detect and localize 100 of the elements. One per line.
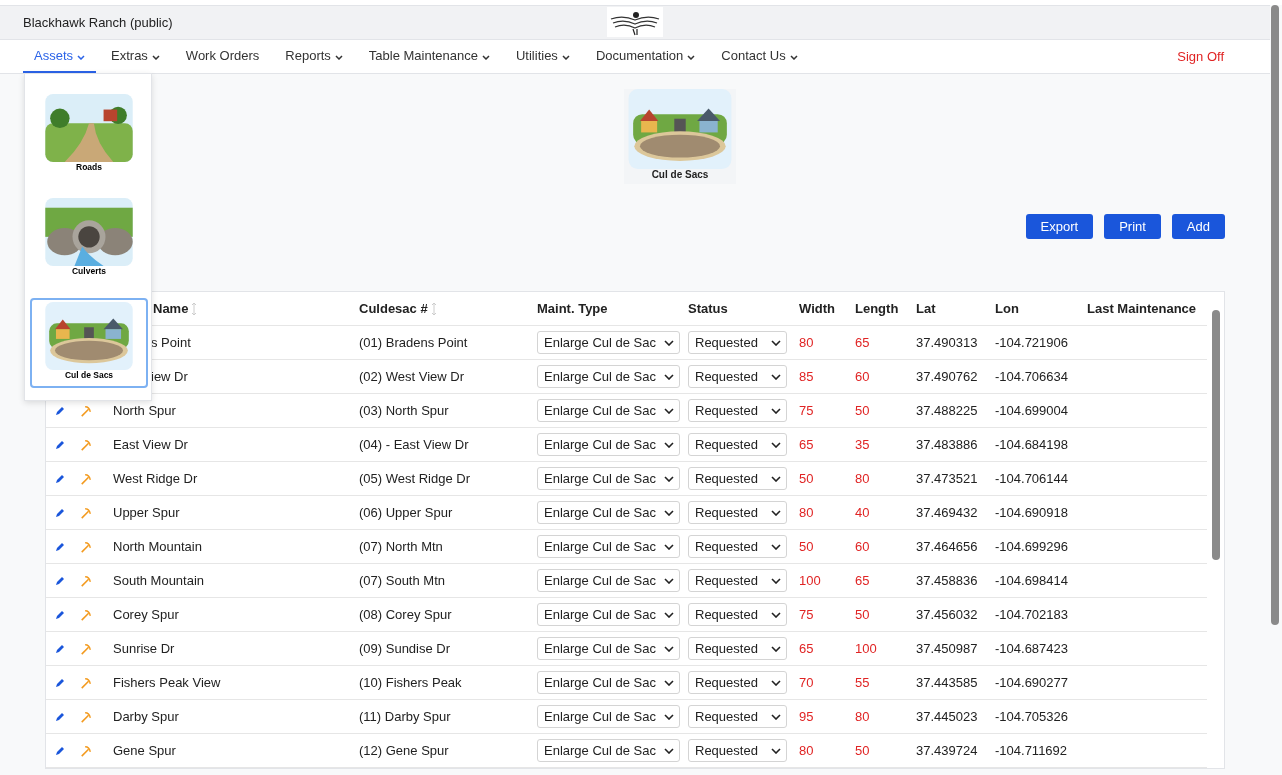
table-cell: 75 <box>799 607 814 622</box>
pencil-icon[interactable] <box>54 608 66 621</box>
pencil-icon[interactable] <box>54 710 66 723</box>
table-cell: s Point <box>151 335 191 350</box>
column-header[interactable]: Length <box>855 301 916 316</box>
column-header[interactable]: Width <box>799 301 855 316</box>
maint-type-select[interactable]: Enlarge Cul de Sac <box>537 739 680 762</box>
table-cell: 37.473521 <box>916 471 978 486</box>
status-select[interactable]: Requested <box>688 637 787 660</box>
pickaxe-icon[interactable] <box>80 506 92 519</box>
pencil-icon[interactable] <box>54 438 66 451</box>
status-select[interactable]: Requested <box>688 705 787 728</box>
nav-tab[interactable]: Extras <box>100 40 171 73</box>
maint-type-select[interactable]: Enlarge Cul de Sac <box>537 705 680 728</box>
table-cell: 65 <box>799 437 814 452</box>
pickaxe-icon[interactable] <box>80 404 92 417</box>
maint-type-select[interactable]: Enlarge Cul de Sac <box>537 501 680 524</box>
pencil-icon[interactable] <box>54 744 66 757</box>
column-header[interactable]: Lat <box>916 301 995 316</box>
chevron-icon <box>664 339 674 346</box>
nav-tab[interactable]: Documentation <box>584 40 707 73</box>
table-cell: 37.458836 <box>916 573 978 588</box>
pencil-icon[interactable] <box>54 506 66 519</box>
status-select[interactable]: Requested <box>688 399 787 422</box>
chevron-icon <box>771 339 781 346</box>
pencil-icon[interactable] <box>54 642 66 655</box>
pickaxe-icon[interactable] <box>80 744 92 757</box>
status-select[interactable]: Requested <box>688 365 787 388</box>
status-select[interactable]: Requested <box>688 331 787 354</box>
chevron-icon <box>664 441 674 448</box>
pencil-icon[interactable] <box>54 574 66 587</box>
column-header[interactable]: Status <box>688 301 799 316</box>
table-cell: 70 <box>799 675 814 690</box>
page-scrollbar[interactable] <box>1271 5 1279 625</box>
table-cell: 80 <box>799 743 814 758</box>
nav-tab[interactable]: Contact Us <box>710 40 809 73</box>
status-select[interactable]: Requested <box>688 569 787 592</box>
chevron-icon <box>664 679 674 686</box>
status-select[interactable]: Requested <box>688 535 787 558</box>
nav-tab[interactable]: Utilities <box>504 40 581 73</box>
nav-tab[interactable]: Reports <box>274 40 354 73</box>
table-cell: 80 <box>799 335 814 350</box>
table-cell: 50 <box>799 539 814 554</box>
pickaxe-icon[interactable] <box>80 642 92 655</box>
pencil-icon[interactable] <box>54 676 66 689</box>
table-cell: (03) North Spur <box>359 403 449 418</box>
status-select[interactable]: Requested <box>688 671 787 694</box>
pencil-icon[interactable] <box>54 540 66 553</box>
table-cell: -104.706144 <box>995 471 1068 486</box>
nav-tab[interactable]: Table Maintenance <box>357 40 501 73</box>
sign-off-link[interactable]: Sign Off <box>1177 49 1224 64</box>
table-cell: 50 <box>855 403 870 418</box>
status-select[interactable]: Requested <box>688 739 787 762</box>
pencil-icon[interactable] <box>54 404 66 417</box>
asset-menu-item[interactable]: Cul de Sacs <box>30 298 148 388</box>
maint-type-select[interactable]: Enlarge Cul de Sac <box>537 365 680 388</box>
pickaxe-icon[interactable] <box>80 438 92 451</box>
maint-type-select[interactable]: Enlarge Cul de Sac <box>537 433 680 456</box>
table-cell: -104.699296 <box>995 539 1068 554</box>
pickaxe-icon[interactable] <box>80 608 92 621</box>
status-select[interactable]: Requested <box>688 603 787 626</box>
maint-type-select[interactable]: Enlarge Cul de Sac <box>537 671 680 694</box>
table-cell: -104.684198 <box>995 437 1068 452</box>
maint-type-select[interactable]: Enlarge Cul de Sac <box>537 569 680 592</box>
pickaxe-icon[interactable] <box>80 472 92 485</box>
maint-type-select[interactable]: Enlarge Cul de Sac <box>537 603 680 626</box>
table-cell: -104.690277 <box>995 675 1068 690</box>
pencil-icon[interactable] <box>54 472 66 485</box>
bird-logo <box>607 7 663 37</box>
table-cell: 37.456032 <box>916 607 978 622</box>
table-cell: (05) West Ridge Dr <box>359 471 470 486</box>
maint-type-select[interactable]: Enlarge Cul de Sac <box>537 535 680 558</box>
action-button[interactable]: Add <box>1171 214 1225 239</box>
status-select[interactable]: Requested <box>688 433 787 456</box>
status-select[interactable]: Requested <box>688 501 787 524</box>
action-button[interactable]: Print <box>1104 214 1161 239</box>
table-cell: Fishers Peak View <box>113 675 221 690</box>
pickaxe-icon[interactable] <box>80 574 92 587</box>
banner-label: Cul de Sacs <box>651 169 709 180</box>
column-header[interactable]: Culdesac # <box>359 301 537 316</box>
status-select[interactable]: Requested <box>688 467 787 490</box>
table-cell: -104.690918 <box>995 505 1068 520</box>
column-header[interactable]: Maint. Type <box>537 301 688 316</box>
action-button[interactable]: Export <box>1025 214 1094 239</box>
table-cell: -104.687423 <box>995 641 1068 656</box>
maint-type-select[interactable]: Enlarge Cul de Sac <box>537 467 680 490</box>
column-header[interactable]: Lon <box>995 301 1087 316</box>
pickaxe-icon[interactable] <box>80 676 92 689</box>
column-header[interactable]: Last Maintenance <box>1087 301 1207 316</box>
table-cell: 37.450987 <box>916 641 978 656</box>
table-cell: -104.698414 <box>995 573 1068 588</box>
maint-type-select[interactable]: Enlarge Cul de Sac <box>537 399 680 422</box>
pickaxe-icon[interactable] <box>80 540 92 553</box>
table-cell: (12) Gene Spur <box>359 743 449 758</box>
table-cell: 50 <box>799 471 814 486</box>
maint-type-select[interactable]: Enlarge Cul de Sac <box>537 331 680 354</box>
column-header[interactable]: Name <box>153 301 359 316</box>
maint-type-select[interactable]: Enlarge Cul de Sac <box>537 637 680 660</box>
pickaxe-icon[interactable] <box>80 710 92 723</box>
nav-tab[interactable]: Work Orders <box>174 40 271 73</box>
